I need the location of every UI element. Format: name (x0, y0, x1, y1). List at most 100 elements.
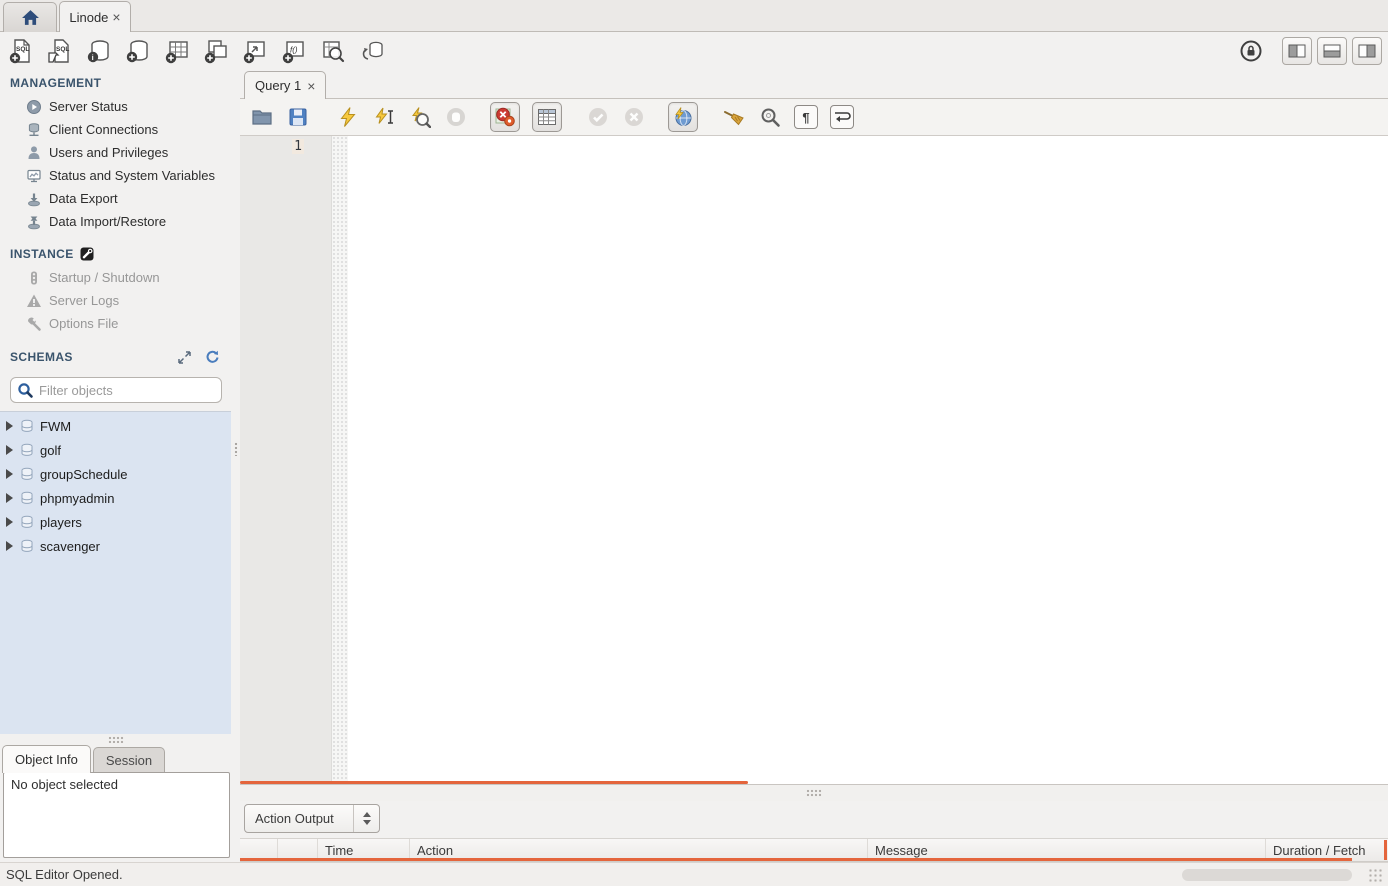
commit-button[interactable] (586, 105, 610, 129)
startup-shutdown-icon (26, 270, 42, 286)
toggle-secondary-sidebar-button[interactable] (1352, 37, 1382, 65)
open-sql-script-button[interactable]: SQL (47, 38, 73, 64)
pilcrow-icon: ¶ (802, 110, 809, 125)
new-sql-tab-button[interactable]: SQL (8, 38, 34, 64)
limit-rows-button[interactable] (532, 102, 562, 132)
toggle-stop-on-error-button[interactable] (490, 102, 520, 132)
rollback-button[interactable] (622, 105, 646, 129)
commit-check-icon (587, 106, 609, 128)
sidebar-item-data-import-restore[interactable]: Data Import/Restore (0, 210, 232, 233)
filter-objects-input[interactable] (39, 383, 215, 398)
users-icon (26, 145, 42, 161)
output-vertical-scrollbar[interactable] (1384, 840, 1387, 860)
expand-panel-icon[interactable] (178, 351, 191, 364)
create-schema-button[interactable] (125, 38, 151, 64)
status-bar: SQL Editor Opened. (0, 862, 1388, 886)
statusbar-scrollbar-thumb[interactable] (1182, 869, 1352, 881)
rollback-x-icon (623, 106, 645, 128)
secure-connection-lock-icon (1239, 39, 1263, 63)
connection-tabbar: Linode × (0, 0, 1388, 32)
editor-horizontal-scrollbar[interactable] (240, 781, 748, 784)
toggle-autocommit-button[interactable] (668, 102, 698, 132)
home-tab[interactable] (3, 2, 57, 32)
tree-item-schema[interactable]: players (0, 510, 231, 534)
tab-object-info[interactable]: Object Info (2, 745, 91, 773)
stop-hand-icon (445, 106, 467, 128)
data-import-icon (26, 214, 42, 230)
connection-tab-linode[interactable]: Linode × (59, 1, 131, 32)
create-table-button[interactable] (164, 38, 190, 64)
create-function-button[interactable]: f() (281, 38, 307, 64)
explain-plan-button[interactable] (408, 105, 432, 129)
schema-icon (20, 515, 34, 529)
open-script-button[interactable] (250, 105, 274, 129)
tab-query-1[interactable]: Query 1 × (244, 71, 326, 99)
schema-inspector-button[interactable]: i (86, 38, 112, 64)
search-data-button[interactable] (320, 38, 346, 64)
reconnect-database-icon (359, 38, 385, 64)
create-procedure-button[interactable] (242, 38, 268, 64)
execute-button[interactable] (336, 105, 360, 129)
toggle-invisible-characters-button[interactable]: ¶ (794, 105, 818, 129)
broom-icon (722, 106, 746, 128)
beautify-button[interactable] (722, 105, 746, 129)
connection-tab-label: Linode (69, 10, 108, 25)
home-icon (21, 9, 40, 26)
sidebar-item-client-connections[interactable]: Client Connections (0, 118, 232, 141)
find-button[interactable] (758, 105, 782, 129)
autocommit-globe-icon (672, 106, 694, 128)
sidebar-item-users-privileges[interactable]: Users and Privileges (0, 141, 232, 164)
sidebar-item-status-system-variables[interactable]: Status and System Variables (0, 164, 232, 187)
expander-icon[interactable] (5, 541, 14, 552)
instance-section-title: INSTANCE (10, 247, 232, 261)
query-tabbar: Query 1 × (240, 70, 1388, 99)
sidebar-item-data-export[interactable]: Data Export (0, 187, 232, 210)
vertical-splitter[interactable] (232, 70, 240, 862)
server-logs-warning-icon (26, 293, 42, 309)
tree-item-schema[interactable]: groupSchedule (0, 462, 231, 486)
save-script-button[interactable] (286, 105, 310, 129)
sidebar-item-options-file[interactable]: Options File (0, 312, 232, 335)
sidebar-splitter[interactable] (0, 734, 232, 745)
tab-session[interactable]: Session (93, 747, 165, 772)
sidebar-item-startup-shutdown[interactable]: Startup / Shutdown (0, 266, 232, 289)
toggle-left-sidebar-button[interactable] (1282, 37, 1312, 65)
execute-current-statement-button[interactable] (372, 105, 396, 129)
create-view-icon (203, 38, 229, 64)
resize-grip[interactable] (1368, 868, 1384, 882)
tree-item-schema[interactable]: phpmyadmin (0, 486, 231, 510)
tree-item-schema[interactable]: scavenger (0, 534, 231, 558)
sidebar-item-server-logs[interactable]: Server Logs (0, 289, 232, 312)
output-splitter[interactable] (240, 784, 1388, 801)
management-section-title: MANAGEMENT (10, 76, 232, 90)
schema-icon (20, 539, 34, 553)
output-view-select[interactable]: Action Output (244, 804, 380, 833)
tree-item-schema[interactable]: FWM (0, 414, 231, 438)
tree-item-schema[interactable]: golf (0, 438, 231, 462)
sidebar-item-server-status[interactable]: Server Status (0, 95, 232, 118)
create-schema-icon (125, 38, 151, 64)
object-info-tabbar: Object Info Session (0, 745, 232, 772)
create-view-button[interactable] (203, 38, 229, 64)
expander-icon[interactable] (5, 493, 14, 504)
expander-icon[interactable] (5, 421, 14, 432)
refresh-schemas-icon[interactable] (205, 350, 220, 364)
expander-icon[interactable] (5, 445, 14, 456)
reconnect-dbms-button[interactable] (359, 38, 385, 64)
create-procedure-icon (242, 38, 268, 64)
close-icon[interactable]: × (112, 10, 120, 24)
output-horizontal-scrollbar[interactable] (240, 858, 1352, 861)
close-icon[interactable]: × (307, 78, 315, 94)
expander-icon[interactable] (5, 517, 14, 528)
toggle-word-wrap-button[interactable] (830, 105, 854, 129)
schema-filter[interactable] (10, 377, 222, 403)
data-export-icon (26, 191, 42, 207)
stop-button[interactable] (444, 105, 468, 129)
expander-icon[interactable] (5, 469, 14, 480)
options-wrench-icon (26, 316, 42, 332)
search-table-icon (320, 38, 346, 64)
toggle-output-area-button[interactable] (1317, 37, 1347, 65)
navigator-sidebar: MANAGEMENT Server Status Client Connecti… (0, 70, 232, 862)
sql-editor-surface[interactable] (348, 136, 1388, 784)
find-magnifier-icon (759, 106, 781, 128)
